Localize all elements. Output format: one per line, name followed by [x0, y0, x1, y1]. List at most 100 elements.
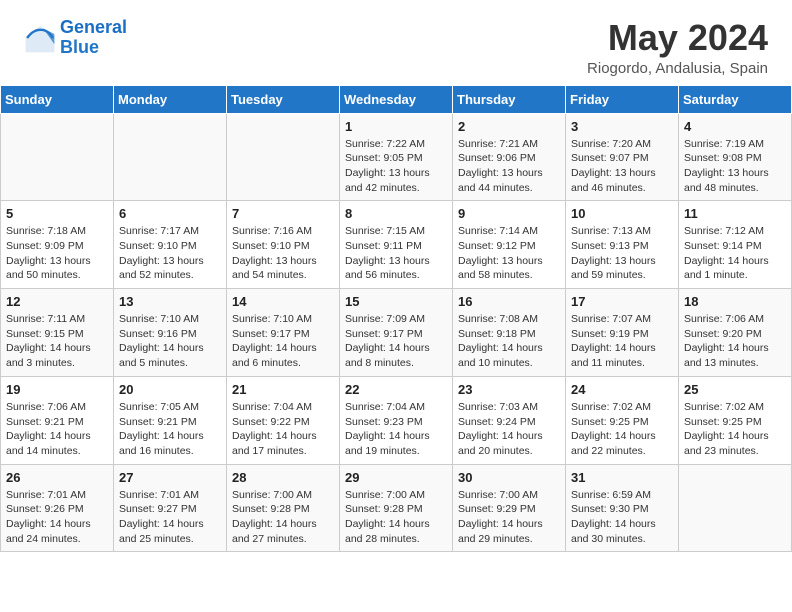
calendar-cell: [1, 113, 114, 201]
header-day-thursday: Thursday: [453, 85, 566, 113]
calendar-cell: [679, 464, 792, 552]
day-info: Sunrise: 7:17 AMSunset: 9:10 PMDaylight:…: [119, 224, 221, 283]
day-info: Sunrise: 7:20 AMSunset: 9:07 PMDaylight:…: [571, 137, 673, 196]
day-info: Sunrise: 6:59 AMSunset: 9:30 PMDaylight:…: [571, 488, 673, 547]
day-info: Sunrise: 7:05 AMSunset: 9:21 PMDaylight:…: [119, 400, 221, 459]
logo-container: General Blue: [24, 18, 127, 58]
day-number: 21: [232, 382, 334, 397]
logo-text: General Blue: [60, 18, 127, 58]
day-info: Sunrise: 7:01 AMSunset: 9:26 PMDaylight:…: [6, 488, 108, 547]
day-number: 6: [119, 206, 221, 221]
calendar-cell: 29Sunrise: 7:00 AMSunset: 9:28 PMDayligh…: [340, 464, 453, 552]
day-number: 14: [232, 294, 334, 309]
calendar-cell: 12 Sunrise: 7:11 AMSunset: 9:15 PMDayligh…: [1, 289, 114, 377]
day-info: Sunrise: 7:10 AMSunset: 9:16 PMDaylight:…: [119, 312, 221, 371]
day-info: Sunrise: 7:02 AMSunset: 9:25 PMDaylight:…: [684, 400, 786, 459]
day-number: 9: [458, 206, 560, 221]
calendar-header: SundayMondayTuesdayWednesdayThursdayFrid…: [1, 85, 792, 113]
day-number: 23: [458, 382, 560, 397]
day-info: Sunrise: 7:22 AMSunset: 9:05 PMDaylight:…: [345, 137, 447, 196]
day-info: Sunrise: 7:04 AMSunset: 9:23 PMDaylight:…: [345, 400, 447, 459]
day-number: 25: [684, 382, 786, 397]
calendar-cell: 10 Sunrise: 7:13 AMSunset: 9:13 PMDayligh…: [566, 201, 679, 289]
calendar-cell: 6 Sunrise: 7:17 AMSunset: 9:10 PMDaylight…: [114, 201, 227, 289]
general-blue-icon: [24, 22, 56, 54]
day-number: 31: [571, 470, 673, 485]
day-number: 12: [6, 294, 108, 309]
header: General Blue May 2024 Riogordo, Andalusi…: [0, 0, 792, 85]
calendar-cell: [227, 113, 340, 201]
day-info: Sunrise: 7:01 AMSunset: 9:27 PMDaylight:…: [119, 488, 221, 547]
day-info: Sunrise: 7:04 AMSunset: 9:22 PMDaylight:…: [232, 400, 334, 459]
day-number: 2: [458, 119, 560, 134]
day-info: Sunrise: 7:19 AMSunset: 9:08 PMDaylight:…: [684, 137, 786, 196]
calendar-cell: 3Sunrise: 7:20 AMSunset: 9:07 PMDaylight…: [566, 113, 679, 201]
day-info: Sunrise: 7:15 AMSunset: 9:11 PMDaylight:…: [345, 224, 447, 283]
day-info: Sunrise: 7:18 AMSunset: 9:09 PMDaylight:…: [6, 224, 108, 283]
calendar-week-1: 1Sunrise: 7:22 AMSunset: 9:05 PMDaylight…: [1, 113, 792, 201]
calendar-cell: 4Sunrise: 7:19 AMSunset: 9:08 PMDaylight…: [679, 113, 792, 201]
calendar-cell: 16 Sunrise: 7:08 AMSunset: 9:18 PMDayligh…: [453, 289, 566, 377]
day-number: 8: [345, 206, 447, 221]
day-number: 22: [345, 382, 447, 397]
title-block: May 2024 Riogordo, Andalusia, Spain: [587, 18, 768, 77]
calendar-cell: 27Sunrise: 7:01 AMSunset: 9:27 PMDayligh…: [114, 464, 227, 552]
day-number: 17: [571, 294, 673, 309]
calendar-cell: 23 Sunrise: 7:03 AMSunset: 9:24 PMDayligh…: [453, 376, 566, 464]
calendar-cell: 8 Sunrise: 7:15 AMSunset: 9:11 PMDaylight…: [340, 201, 453, 289]
header-day-tuesday: Tuesday: [227, 85, 340, 113]
day-info: Sunrise: 7:03 AMSunset: 9:24 PMDaylight:…: [458, 400, 560, 459]
day-info: Sunrise: 7:00 AMSunset: 9:28 PMDaylight:…: [232, 488, 334, 547]
location-subtitle: Riogordo, Andalusia, Spain: [587, 60, 768, 77]
day-number: 16: [458, 294, 560, 309]
calendar-cell: 24 Sunrise: 7:02 AMSunset: 9:25 PMDayligh…: [566, 376, 679, 464]
day-info: Sunrise: 7:12 AMSunset: 9:14 PMDaylight:…: [684, 224, 786, 283]
calendar-cell: 11 Sunrise: 7:12 AMSunset: 9:14 PMDayligh…: [679, 201, 792, 289]
calendar-cell: [114, 113, 227, 201]
calendar-cell: 19 Sunrise: 7:06 AMSunset: 9:21 PMDayligh…: [1, 376, 114, 464]
header-day-saturday: Saturday: [679, 85, 792, 113]
day-number: 7: [232, 206, 334, 221]
logo: General Blue: [24, 18, 127, 58]
day-number: 11: [684, 206, 786, 221]
header-day-monday: Monday: [114, 85, 227, 113]
main-title: May 2024: [587, 18, 768, 58]
calendar-cell: 5Sunrise: 7:18 AMSunset: 9:09 PMDaylight…: [1, 201, 114, 289]
calendar-cell: 21 Sunrise: 7:04 AMSunset: 9:22 PMDayligh…: [227, 376, 340, 464]
calendar-cell: 22 Sunrise: 7:04 AMSunset: 9:23 PMDayligh…: [340, 376, 453, 464]
header-day-friday: Friday: [566, 85, 679, 113]
calendar-week-4: 19 Sunrise: 7:06 AMSunset: 9:21 PMDayligh…: [1, 376, 792, 464]
day-number: 18: [684, 294, 786, 309]
calendar-cell: 20 Sunrise: 7:05 AMSunset: 9:21 PMDayligh…: [114, 376, 227, 464]
calendar-cell: 1Sunrise: 7:22 AMSunset: 9:05 PMDaylight…: [340, 113, 453, 201]
day-info: Sunrise: 7:07 AMSunset: 9:19 PMDaylight:…: [571, 312, 673, 371]
calendar-week-2: 5Sunrise: 7:18 AMSunset: 9:09 PMDaylight…: [1, 201, 792, 289]
day-number: 10: [571, 206, 673, 221]
calendar-cell: 31 Sunrise: 6:59 AMSunset: 9:30 PMDayligh…: [566, 464, 679, 552]
calendar-body: 1Sunrise: 7:22 AMSunset: 9:05 PMDaylight…: [1, 113, 792, 552]
calendar-week-3: 12 Sunrise: 7:11 AMSunset: 9:15 PMDayligh…: [1, 289, 792, 377]
calendar-cell: 18Sunrise: 7:06 AMSunset: 9:20 PMDayligh…: [679, 289, 792, 377]
day-number: 15: [345, 294, 447, 309]
day-number: 20: [119, 382, 221, 397]
header-day-wednesday: Wednesday: [340, 85, 453, 113]
logo-blue: Blue: [60, 37, 99, 57]
header-row: SundayMondayTuesdayWednesdayThursdayFrid…: [1, 85, 792, 113]
day-info: Sunrise: 7:00 AMSunset: 9:29 PMDaylight:…: [458, 488, 560, 547]
day-info: Sunrise: 7:00 AMSunset: 9:28 PMDaylight:…: [345, 488, 447, 547]
day-info: Sunrise: 7:08 AMSunset: 9:18 PMDaylight:…: [458, 312, 560, 371]
calendar-cell: 28Sunrise: 7:00 AMSunset: 9:28 PMDayligh…: [227, 464, 340, 552]
day-info: Sunrise: 7:11 AMSunset: 9:15 PMDaylight:…: [6, 312, 108, 371]
day-info: Sunrise: 7:10 AMSunset: 9:17 PMDaylight:…: [232, 312, 334, 371]
calendar-cell: 2Sunrise: 7:21 AMSunset: 9:06 PMDaylight…: [453, 113, 566, 201]
header-day-sunday: Sunday: [1, 85, 114, 113]
calendar-cell: 9 Sunrise: 7:14 AMSunset: 9:12 PMDaylight…: [453, 201, 566, 289]
day-info: Sunrise: 7:14 AMSunset: 9:12 PMDaylight:…: [458, 224, 560, 283]
calendar-cell: 26Sunrise: 7:01 AMSunset: 9:26 PMDayligh…: [1, 464, 114, 552]
day-number: 19: [6, 382, 108, 397]
day-info: Sunrise: 7:06 AMSunset: 9:21 PMDaylight:…: [6, 400, 108, 459]
calendar-cell: 13Sunrise: 7:10 AMSunset: 9:16 PMDayligh…: [114, 289, 227, 377]
day-number: 24: [571, 382, 673, 397]
day-info: Sunrise: 7:13 AMSunset: 9:13 PMDaylight:…: [571, 224, 673, 283]
day-info: Sunrise: 7:02 AMSunset: 9:25 PMDaylight:…: [571, 400, 673, 459]
